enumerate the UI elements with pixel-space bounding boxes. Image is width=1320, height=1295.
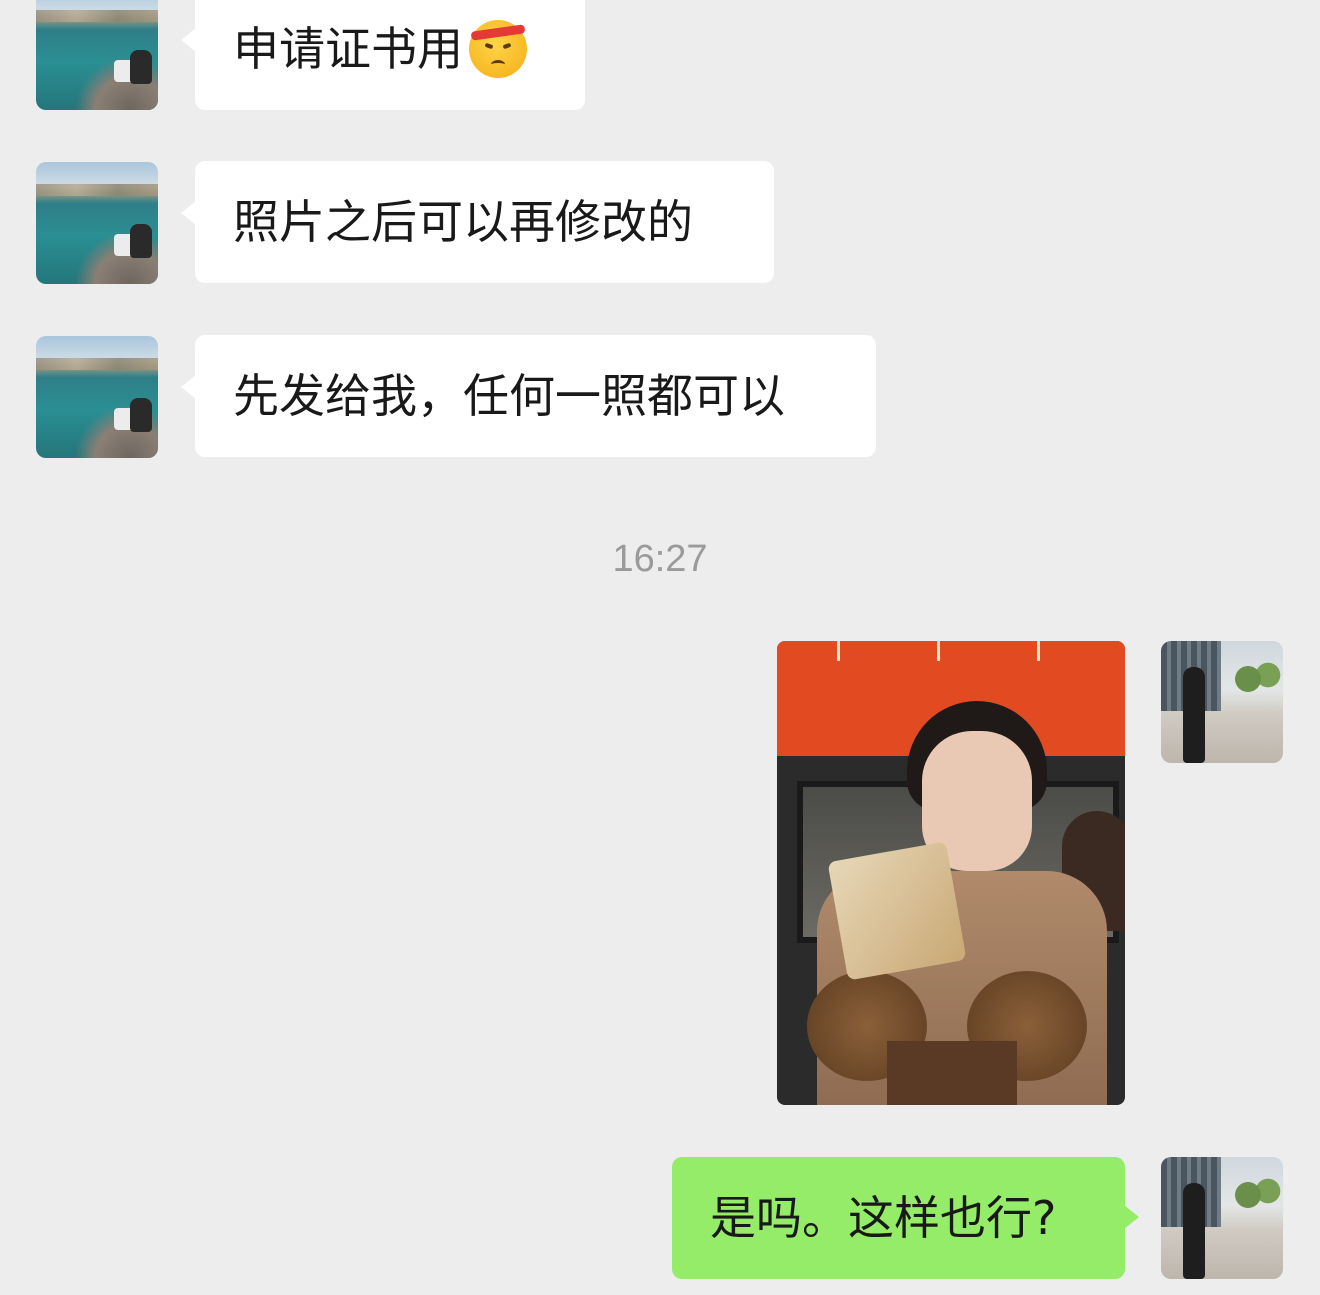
avatar-hills [36, 10, 158, 22]
contact-avatar[interactable] [36, 162, 158, 284]
incoming-message[interactable]: 申请证书用 [181, 0, 585, 110]
message-text: 先发给我，任何一照都可以 [233, 369, 785, 423]
incoming-message[interactable]: 照片之后可以再修改的 [181, 161, 774, 283]
photo-food [827, 841, 967, 981]
message-text: 照片之后可以再修改的 [233, 195, 693, 249]
saluting-face-emoji-icon [469, 20, 527, 78]
incoming-message[interactable]: 先发给我，任何一照都可以 [181, 335, 876, 457]
self-avatar[interactable] [1161, 641, 1283, 763]
message-text: 申请证书用 [233, 22, 463, 76]
contact-avatar[interactable] [36, 0, 158, 110]
outgoing-image-message[interactable] [777, 641, 1125, 1105]
outgoing-message[interactable]: 是吗。这样也行? [672, 1157, 1139, 1279]
message-text: 是吗。这样也行? [710, 1191, 1057, 1245]
contact-avatar[interactable] [36, 336, 158, 458]
message-timestamp: 16:27 [612, 538, 708, 580]
avatar-person [130, 50, 152, 84]
self-avatar[interactable] [1161, 1157, 1283, 1279]
